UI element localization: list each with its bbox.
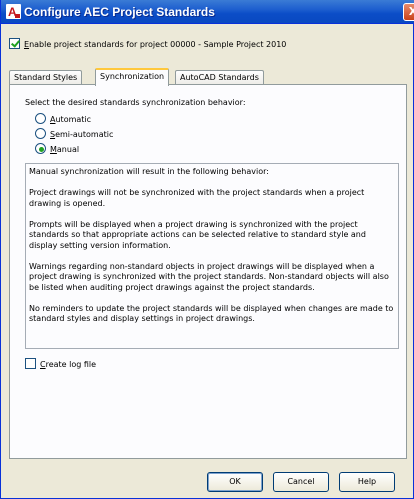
close-icon[interactable]: X bbox=[409, 5, 414, 18]
radio-button-selected[interactable] bbox=[35, 143, 46, 154]
create-log-file-row[interactable]: Create log file bbox=[25, 358, 96, 369]
tab-autocad-standards[interactable]: AutoCAD Standards bbox=[175, 70, 264, 85]
enable-standards-label: Enable project standards for project 000… bbox=[24, 40, 287, 49]
tab-synchronization[interactable]: Synchronization bbox=[95, 68, 170, 86]
radio-button[interactable] bbox=[35, 128, 46, 139]
radio-button[interactable] bbox=[35, 113, 46, 124]
window-title: Configure AEC Project Standards bbox=[24, 5, 215, 19]
cancel-button[interactable]: Cancel bbox=[273, 472, 329, 492]
description-paragraph: Warnings regarding non-standard objects … bbox=[29, 261, 389, 292]
enable-standards-checkbox-row[interactable]: Enable project standards for project 000… bbox=[9, 38, 286, 49]
radio-manual[interactable]: Manual bbox=[35, 143, 79, 154]
create-log-file-label: Create log file bbox=[40, 360, 97, 369]
radio-semi-automatic-label: Semi-automatic bbox=[50, 130, 114, 139]
dialog-window: A Configure AEC Project Standards X Enab… bbox=[0, 0, 414, 499]
title-bar[interactable]: A Configure AEC Project Standards X bbox=[1, 0, 414, 24]
radio-automatic-label: Automatic bbox=[50, 115, 92, 124]
tab-standard-styles[interactable]: Standard Styles bbox=[9, 70, 83, 85]
description-paragraph: No reminders to update the project stand… bbox=[29, 303, 394, 324]
description-paragraph: Project drawings will not be synchronize… bbox=[29, 188, 365, 208]
radio-automatic[interactable]: Automatic bbox=[35, 113, 91, 124]
description-paragraph: Prompts will be displayed when a project… bbox=[29, 219, 366, 250]
help-button[interactable]: Help bbox=[339, 472, 395, 492]
behavior-description-box: Manual synchronization will result in th… bbox=[25, 163, 399, 349]
sync-behavior-prompt: Select the desired standards synchroniza… bbox=[25, 98, 246, 107]
description-intro: Manual synchronization will result in th… bbox=[29, 167, 269, 176]
enable-standards-checkbox[interactable] bbox=[9, 38, 20, 49]
autocad-app-icon: A bbox=[6, 4, 21, 19]
close-button[interactable]: X bbox=[403, 3, 414, 21]
radio-semi-automatic[interactable]: Semi-automatic bbox=[35, 128, 113, 139]
ok-button[interactable]: OK bbox=[207, 472, 263, 492]
create-log-file-checkbox[interactable] bbox=[25, 358, 36, 369]
radio-manual-label: Manual bbox=[50, 145, 80, 154]
